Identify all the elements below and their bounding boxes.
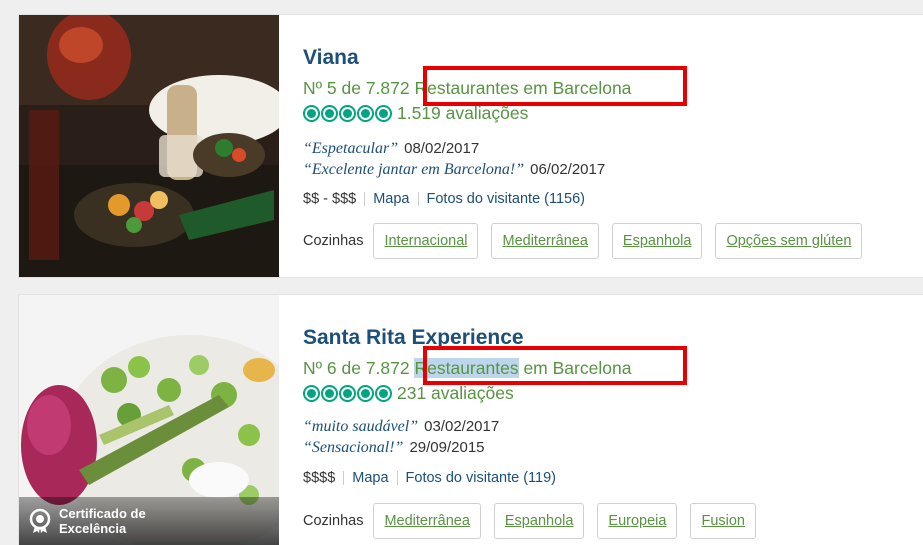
cuisine-tag[interactable]: Espanhola [493, 503, 585, 539]
ranking-text: Nº 6 de 7.872 Restaurantes em Barcelona [303, 358, 631, 379]
divider [396, 471, 398, 485]
ranking-position: Nº 5 de 7.872 [303, 78, 410, 98]
review-snippet: “Excelente jantar em Barcelona!” 06/02/20… [303, 161, 605, 179]
rating-bubble-icon [339, 105, 356, 122]
ranking-category-link[interactable]: em Barcelona [523, 358, 631, 378]
review-quote-link[interactable]: “muito saudável” [303, 418, 418, 435]
rating-bubble-icon [375, 385, 392, 402]
restaurant-photo[interactable] [19, 15, 279, 277]
award-icon [29, 508, 51, 533]
price-range: $$$$ [303, 470, 336, 486]
reviews-count-link[interactable]: 231 avaliações [397, 383, 514, 404]
cuisines-label: Cozinhas [303, 513, 364, 529]
rating-bubble-icon [357, 385, 374, 402]
cuisines-row: Cozinhas Mediterrânea Espanhola Europeia… [303, 503, 769, 539]
review-quote-link[interactable]: “Espetacular” [303, 140, 398, 157]
listing-meta: $$$$ Mapa Fotos do visitante (119) [303, 470, 556, 486]
review-date: 06/02/2017 [530, 161, 606, 178]
restaurant-card-viana: Viana Nº 5 de 7.872 Restaurantes em Barc… [18, 14, 923, 278]
cuisine-tag[interactable]: Internacional [373, 223, 479, 259]
restaurant-name-link[interactable]: Viana [303, 46, 359, 70]
rating-bubbles [303, 105, 392, 122]
price-range: $$ - $$$ [303, 191, 357, 207]
visitor-photos-link[interactable]: Fotos do visitante (1156) [427, 191, 586, 207]
certificate-of-excellence-badge: Certificado de Excelência [19, 497, 279, 545]
rating-bubble-icon [303, 105, 320, 122]
review-date: 08/02/2017 [404, 140, 480, 157]
restaurant-photo[interactable]: Certificado de Excelência [19, 295, 279, 545]
review-snippet: “muito saudável” 03/02/2017 [303, 418, 499, 436]
cuisines-label: Cozinhas [303, 233, 364, 249]
cuisine-tag[interactable]: Fusion [690, 503, 756, 539]
rating-bubble-icon [339, 385, 356, 402]
listing-meta: $$ - $$$ Mapa Fotos do visitante (1156) [303, 191, 585, 207]
ranking-text: Nº 5 de 7.872 Restaurantes em Barcelona [303, 78, 631, 99]
visitor-photos-link[interactable]: Fotos do visitante (119) [406, 470, 556, 486]
certificate-line2: Excelência [59, 521, 127, 536]
cuisine-tag[interactable]: Espanhola [611, 223, 703, 259]
review-date: 29/09/2015 [409, 439, 485, 456]
rating-bubble-icon [303, 385, 320, 402]
restaurant-card-santa-rita: Certificado de Excelência Santa Rita Exp… [18, 294, 923, 545]
rating-bubble-icon [321, 385, 338, 402]
reviews-count-link[interactable]: 1.519 avaliações [397, 103, 528, 124]
restaurant-name-link[interactable]: Santa Rita Experience [303, 326, 524, 350]
cuisine-tag[interactable]: Mediterrânea [491, 223, 599, 259]
review-date: 03/02/2017 [424, 418, 500, 435]
divider [343, 471, 345, 485]
rating-bubble-icon [357, 105, 374, 122]
rating-bubble-icon [375, 105, 392, 122]
rating-row: 231 avaliações [303, 383, 514, 404]
listing-details: Viana Nº 5 de 7.872 Restaurantes em Barc… [303, 15, 923, 277]
review-quote-link[interactable]: “Excelente jantar em Barcelona!” [303, 161, 524, 178]
rating-bubbles [303, 385, 392, 402]
map-link[interactable]: Mapa [373, 191, 409, 207]
certificate-line1: Certificado de [59, 506, 146, 521]
listing-details: Santa Rita Experience Nº 6 de 7.872 Rest… [303, 295, 923, 545]
cuisine-tag[interactable]: Europeia [597, 503, 678, 539]
ranking-position: Nº 6 de 7.872 [303, 358, 410, 378]
cuisine-tag[interactable]: Opções sem glúten [715, 223, 863, 259]
divider [417, 192, 419, 206]
divider [364, 192, 366, 206]
rating-row: 1.519 avaliações [303, 103, 528, 124]
cuisine-tag[interactable]: Mediterrânea [373, 503, 481, 539]
ranking-category-link-selected[interactable]: Restaurantes [414, 358, 519, 378]
review-snippet: “Espetacular” 08/02/2017 [303, 140, 479, 158]
rating-bubble-icon [321, 105, 338, 122]
cuisines-row: Cozinhas Internacional Mediterrânea Espa… [303, 223, 875, 259]
review-snippet: “Sensacional!” 29/09/2015 [303, 439, 485, 457]
map-link[interactable]: Mapa [352, 470, 388, 486]
ranking-category-link[interactable]: Restaurantes em Barcelona [414, 78, 631, 98]
review-quote-link[interactable]: “Sensacional!” [303, 439, 403, 456]
